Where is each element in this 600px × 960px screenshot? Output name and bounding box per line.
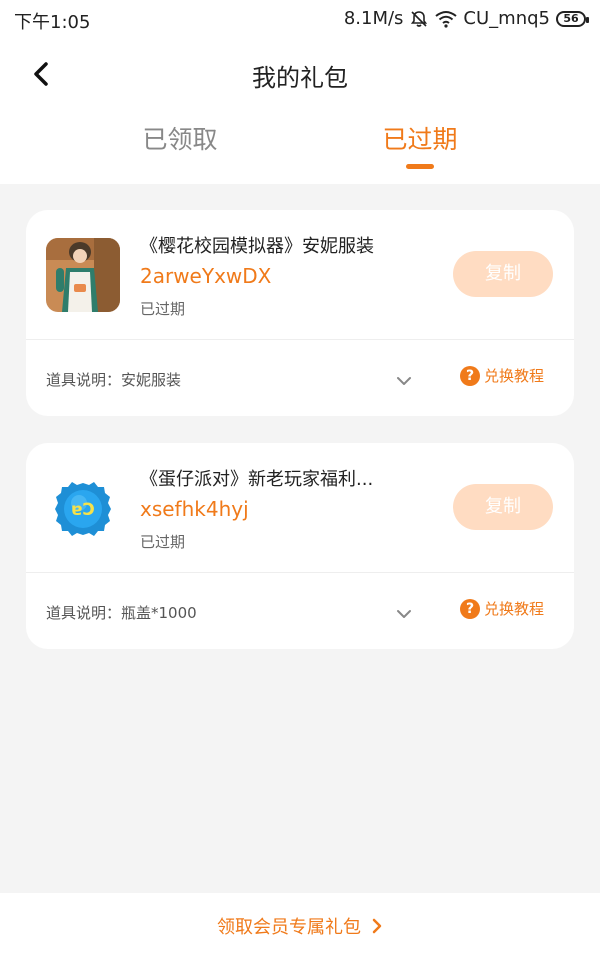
gift-code[interactable]: 2arweYxwDX	[140, 264, 271, 288]
network-speed: 8.1M/s	[343, 8, 404, 29]
page-title: 我的礼包	[252, 64, 348, 92]
redeem-tutorial-link[interactable]: ? 兑换教程	[460, 365, 544, 386]
header-area: 下午1:05 8.1M/s CU_mnq5 56 我的礼包 已领取 已过期	[0, 0, 600, 184]
gift-status: 已过期	[140, 533, 186, 551]
wifi-icon	[435, 10, 458, 28]
tab-expired[interactable]: 已过期	[360, 120, 480, 156]
copy-button[interactable]: 复制	[453, 484, 553, 530]
tab-received[interactable]: 已领取	[120, 120, 240, 156]
card-divider	[26, 339, 574, 340]
gift-status: 已过期	[140, 300, 186, 318]
status-time: 下午1:05	[14, 12, 91, 33]
gift-title: 《樱花校园模拟器》安妮服装	[140, 236, 374, 257]
question-icon: ?	[460, 598, 480, 619]
member-gift-link[interactable]: 领取会员专属礼包	[0, 913, 600, 939]
member-gift-label: 领取会员专属礼包	[217, 917, 361, 938]
gift-title: 《蛋仔派对》新老玩家福利...	[140, 469, 374, 490]
chevron-down-icon	[397, 610, 411, 618]
expand-button[interactable]	[393, 603, 415, 625]
chevron-right-icon	[372, 918, 382, 934]
battery-level: 56	[563, 12, 579, 25]
status-indicators: 8.1M/s CU_mnq5 56	[343, 8, 589, 29]
item-description: 道具说明：安妮服装	[46, 371, 182, 389]
card-divider	[26, 572, 574, 573]
tutorial-label: 兑换教程	[484, 600, 545, 618]
gift-card: ɐƆ 《蛋仔派对》新老玩家福利... xsefhk4hyj 已过期 复制 道具说…	[26, 443, 574, 649]
gift-card: 《樱花校园模拟器》安妮服装 2arweYxwDX 已过期 复制 道具说明：安妮服…	[26, 210, 574, 416]
bottle-cap-icon: ɐƆ	[46, 471, 120, 545]
copy-button[interactable]: 复制	[453, 251, 553, 297]
nav-bar: 我的礼包	[0, 50, 600, 98]
active-tab-indicator	[406, 164, 434, 169]
redeem-tutorial-link[interactable]: ? 兑换教程	[460, 598, 544, 619]
svg-text:ɐƆ: ɐƆ	[71, 500, 95, 520]
tab-bar: 已领取 已过期	[0, 118, 600, 178]
question-icon: ?	[460, 365, 480, 386]
gift-thumbnail-icon	[46, 238, 120, 312]
carrier-name: CU_mnq5	[463, 8, 550, 29]
chevron-down-icon	[397, 377, 411, 385]
bottom-bar: 领取会员专属礼包	[0, 893, 600, 960]
gift-code[interactable]: xsefhk4hyj	[140, 497, 249, 521]
battery-icon: 56	[556, 10, 589, 27]
bell-muted-icon	[409, 9, 429, 29]
expand-button[interactable]	[393, 370, 415, 392]
status-bar: 下午1:05 8.1M/s CU_mnq5 56	[0, 0, 600, 38]
tutorial-label: 兑换教程	[484, 367, 545, 385]
item-description: 道具说明：瓶盖*1000	[46, 604, 197, 622]
